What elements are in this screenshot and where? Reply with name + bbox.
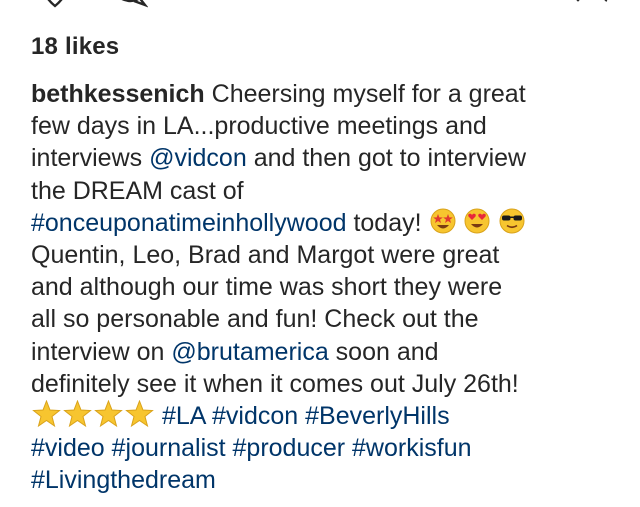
comment-icon[interactable] — [112, 0, 148, 8]
caption-text: Cheersing myself for a great — [204, 80, 526, 108]
caption-line-8: all so personable and fun! Check out the — [31, 305, 479, 334]
caption-line-1: bethkessenich Cheersing myself for a gre… — [31, 78, 631, 110]
post-caption: bethkessenich Cheersing myself for a gre… — [31, 78, 631, 497]
bookmark-icon[interactable] — [566, 0, 610, 8]
post-action-bar — [0, 0, 640, 8]
share-icon[interactable] — [196, 0, 216, 8]
hashtag-link-onceuponatimeinhollywood[interactable]: #onceuponatimeinhollywood — [31, 209, 347, 237]
caption-text: interview on — [31, 337, 172, 366]
caption-line-7: and although our time was short they wer… — [31, 273, 503, 302]
caption-text: soon and — [328, 337, 439, 366]
heart-eyes-emoji-icon — [463, 207, 491, 235]
hashtag-links-line-11[interactable]: #LA #vidcon #BeverlyHills — [155, 402, 450, 430]
star-emoji-icon — [124, 400, 155, 428]
caption-line-4: the DREAM cast of — [31, 176, 244, 205]
caption-line-6: Quentin, Leo, Brad and Margot were great — [31, 241, 500, 270]
caption-line-10: definitely see it when it comes out July… — [31, 369, 519, 398]
star-emoji-icon — [62, 400, 93, 428]
likes-count[interactable]: 18 likes — [31, 33, 119, 61]
star-emoji-icon — [93, 400, 124, 428]
caption-line-2: few days in LA...productive meetings and — [31, 112, 487, 141]
star-emoji-icon — [31, 400, 62, 428]
caption-line-9: interview on @brutamerica soon and — [31, 336, 631, 368]
hashtag-link-livingthedream[interactable]: #Livingthedream — [31, 464, 631, 496]
username-link[interactable]: bethkessenich — [31, 80, 205, 108]
mention-link-vidcon[interactable]: @vidcon — [149, 144, 247, 172]
hashtag-links-line-12[interactable]: #video #journalist #producer #workisfun — [31, 432, 631, 464]
caption-line-5: #onceuponatimeinhollywood today! — [31, 207, 631, 239]
sunglasses-emoji-icon — [498, 207, 526, 235]
star-struck-emoji-icon — [429, 207, 457, 235]
heart-icon[interactable] — [40, 0, 70, 8]
caption-text: and then got to interview — [246, 144, 527, 173]
mention-link-brutamerica[interactable]: @brutamerica — [171, 338, 328, 366]
caption-text: interviews — [31, 144, 150, 173]
caption-line-3: interviews @vidcon and then got to inter… — [31, 142, 631, 174]
caption-line-11: #LA #vidcon #BeverlyHills — [31, 400, 631, 432]
caption-text: today! — [346, 208, 422, 237]
